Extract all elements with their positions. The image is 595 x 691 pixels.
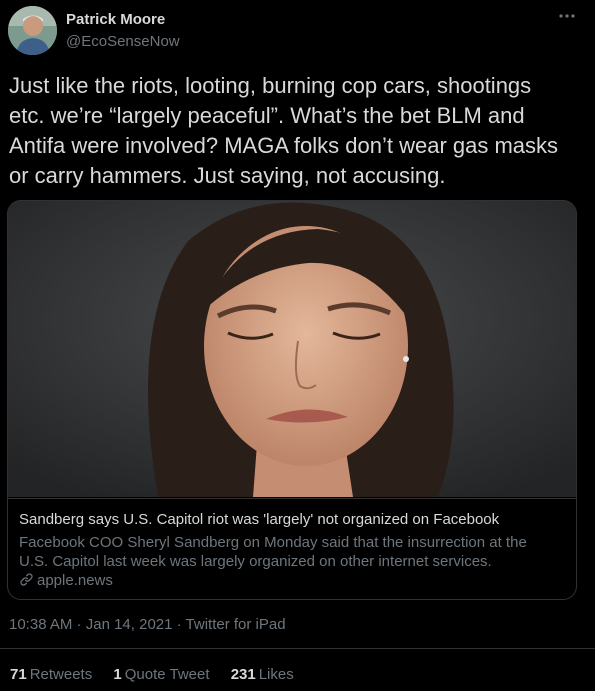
card-title[interactable]: Sandberg says U.S. Capitol riot was 'lar… [19,511,567,528]
likes-count: 231 [230,666,256,683]
meta-separator: · [172,616,186,633]
divider [0,648,595,649]
link-icon [19,572,34,591]
card-image[interactable] [8,201,576,497]
retweets-stat[interactable]: 71 Retweets [10,666,92,683]
tweet: Patrick Moore @EcoSenseNow Just like the… [0,0,595,691]
likes-stat[interactable]: 231 Likes [231,666,294,683]
card-domain[interactable]: apple.news [19,572,113,591]
more-options-icon[interactable] [556,9,578,27]
quote-tweets-stat[interactable]: 1 Quote Tweet [113,666,209,683]
likes-label: Likes [258,666,294,683]
tweet-text: Just like the riots, looting, burning co… [9,73,559,188]
retweets-label: Retweets [29,666,93,683]
avatar[interactable] [8,6,57,55]
link-card[interactable]: Sandberg says U.S. Capitol riot was 'lar… [7,200,577,600]
quote-tweets-label: Quote Tweet [124,666,210,683]
meta-separator: · [72,616,86,633]
tweet-source[interactable]: Twitter for iPad [186,616,286,633]
author-handle[interactable]: @EcoSenseNow [66,33,180,50]
author-name[interactable]: Patrick Moore [66,11,165,28]
quote-tweets-count: 1 [113,666,122,683]
card-body[interactable]: Sandberg says U.S. Capitol riot was 'lar… [8,498,576,599]
card-description: Facebook COO Sheryl Sandberg on Monday s… [19,534,527,570]
tweet-stats: 71 Retweets 1 Quote Tweet 231 Likes [10,666,311,683]
retweets-count: 71 [10,666,27,683]
tweet-metadata: 10:38 AM · Jan 14, 2021 · Twitter for iP… [9,616,286,633]
tweet-date[interactable]: Jan 14, 2021 [86,616,173,633]
card-domain-label: apple.news [37,572,113,589]
tweet-time[interactable]: 10:38 AM [9,616,72,633]
